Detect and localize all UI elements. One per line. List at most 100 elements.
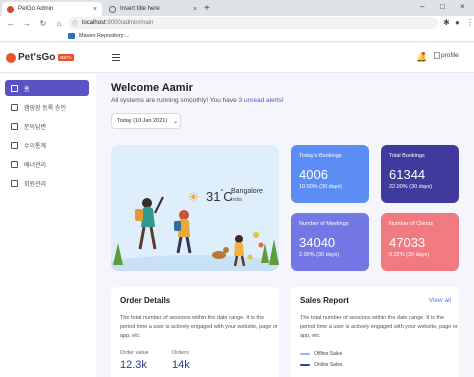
status-subtitle: All systems are running smoothly! You ha… [111,97,284,104]
stat-label: Number of Meetings [299,221,349,227]
sidebar-item-members[interactable]: 회원관리 [5,175,89,191]
logo-badge: BETA [58,54,74,61]
url-input[interactable]: ⓘ localhost :9000/admin/main [68,17,438,29]
bookmarks-bar: Maven Repository:... [0,30,474,42]
sidebar-item-label: 홈 [24,86,30,93]
legend-offline-sales: Offline Sales [314,351,343,357]
globe-icon [109,5,116,13]
stat-card-meetings: Number of Meetings 34040 2.00% (30 days) [291,213,369,271]
address-bar-row: ← → ↻ ⌂ ⓘ localhost :9000/admin/main ✱ ●… [0,16,474,30]
maximize-icon[interactable]: □ [440,2,445,11]
grid-icon [11,84,18,92]
stat-change: 0.22% (30 days) [389,252,430,258]
unread-alerts-link[interactable]: 3 unread alerts! [239,97,284,104]
chart-icon [11,141,18,149]
weather-card: ☀ 31°C Bangalore India [111,145,279,271]
order-details-title: Order Details [120,296,171,305]
stat-label: Total Bookings [389,153,425,159]
profile-alt-text: profile [441,52,459,59]
tent-icon [11,103,18,111]
view-all-link[interactable]: View all [429,297,451,304]
order-value-label: Order value [120,350,149,356]
orders-label: Orders [172,350,189,356]
stat-card-clients: Number of Clients 47033 0.22% (30 days) [381,213,459,271]
sales-report-card: Sales Report View all The total number o… [291,287,459,377]
minimize-icon[interactable]: – [420,2,424,11]
petgo-favicon-icon [7,5,14,13]
order-details-text: The total number of sessions within the … [120,315,278,339]
sidebar-item-inquiry[interactable]: 문의답변 [5,118,89,134]
hamburger-menu-icon[interactable] [112,54,120,63]
stat-change: 10.00% (30 days) [299,184,343,190]
legend-swatch-offline [300,353,310,355]
date-dropdown[interactable]: Today (10 Jan 2021) ⌄ [111,113,181,129]
sidebar-item-label: 회원관리 [24,181,47,188]
notification-dot [422,52,425,55]
logo[interactable]: Pet'sGo BETA [6,52,74,63]
sidebar-item-campsite-approval[interactable]: 캠핑장 등록 승인 [5,99,89,115]
bookmark-maven[interactable]: Maven Repository:... [79,33,129,39]
account-icon[interactable]: ● [455,18,460,27]
browser-tab-bar: PetGo Admin × Insert title here × + – □ … [0,0,474,16]
sidebar: 홈 캠핑장 등록 승인 문의답변 수익통계 배너관리 회원관리 [0,74,96,377]
profile-avatar[interactable]: profile [434,52,459,59]
sidebar-item-label: 배너관리 [24,162,47,169]
bookmark-folder-icon [68,32,75,39]
stat-card-todays-bookings: Today's Bookings 4006 10.00% (30 days) [291,145,369,203]
close-tab-icon[interactable]: × [93,6,97,13]
tab-label: PetGo Admin [18,6,54,12]
stat-card-total-bookings: Total Bookings 61344 22.00% (30 days) [381,145,459,203]
browser-tab-petgo-admin[interactable]: PetGo Admin × [2,2,102,16]
extensions-icon[interactable]: ✱ [443,18,450,27]
sales-report-text: The total number of sessions within the … [300,315,458,339]
weather-country: India [231,197,242,203]
stat-label: Number of Clients [389,221,434,227]
url-path: :9000/admin/main [105,20,154,26]
message-icon [11,122,18,130]
browser-tab-insert-title[interactable]: Insert title here × [104,2,202,16]
order-value: 12.3k [120,359,147,371]
stat-change: 22.00% (30 days) [389,184,433,190]
app-header: Pet'sGo BETA 🔔 profile [0,43,474,73]
stat-value: 61344 [389,167,426,182]
forward-icon[interactable]: → [22,19,32,28]
subtitle-text: All systems are running smoothly! You ha… [111,97,239,104]
chevron-down-icon: ⌄ [173,118,179,125]
broken-image-icon [434,52,440,59]
tab-label: Insert title here [120,6,160,12]
stat-value: 4006 [299,167,328,182]
temperature: 31°C [206,189,233,204]
page-title: Welcome Aamir [111,82,193,94]
sidebar-item-revenue[interactable]: 수익통계 [5,137,89,153]
weather-city: Bangalore [231,188,263,195]
stat-value: 34040 [299,235,336,250]
reload-icon[interactable]: ↻ [38,19,48,28]
legend-swatch-online [300,364,310,366]
sidebar-item-label: 캠핑장 등록 승인 [24,105,66,112]
legend-online-sales: Online Sales [314,362,343,368]
order-details-card: Order Details The total number of sessio… [111,287,279,377]
info-icon[interactable]: ⓘ [72,19,78,28]
home-icon[interactable]: ⌂ [54,19,64,28]
users-icon [11,179,18,187]
sidebar-item-label: 수익통계 [24,143,47,150]
sun-cloud-icon: ☀ [187,189,200,205]
back-icon[interactable]: ← [6,19,16,28]
hiking-illustration [111,196,279,271]
stat-value: 47033 [389,235,426,250]
sidebar-item-label: 문의답변 [24,124,47,131]
sidebar-item-home[interactable]: 홈 [5,80,89,96]
sidebar-item-banner[interactable]: 배너관리 [5,156,89,172]
menu-icon[interactable]: ⋮ [466,18,474,27]
temperature-value: 31 [206,189,221,204]
stat-change: 2.00% (30 days) [299,252,340,258]
paw-icon [6,52,16,63]
close-tab-icon[interactable]: × [193,6,197,13]
stat-label: Today's Bookings [299,153,342,159]
orders-value: 14k [172,359,190,371]
logo-text: Pet'sGo [18,52,56,63]
sales-report-title: Sales Report [300,296,349,305]
new-tab-icon[interactable]: + [204,3,210,14]
close-window-icon[interactable]: × [460,2,465,11]
date-label: Today (10 Jan 2021) [117,118,168,124]
